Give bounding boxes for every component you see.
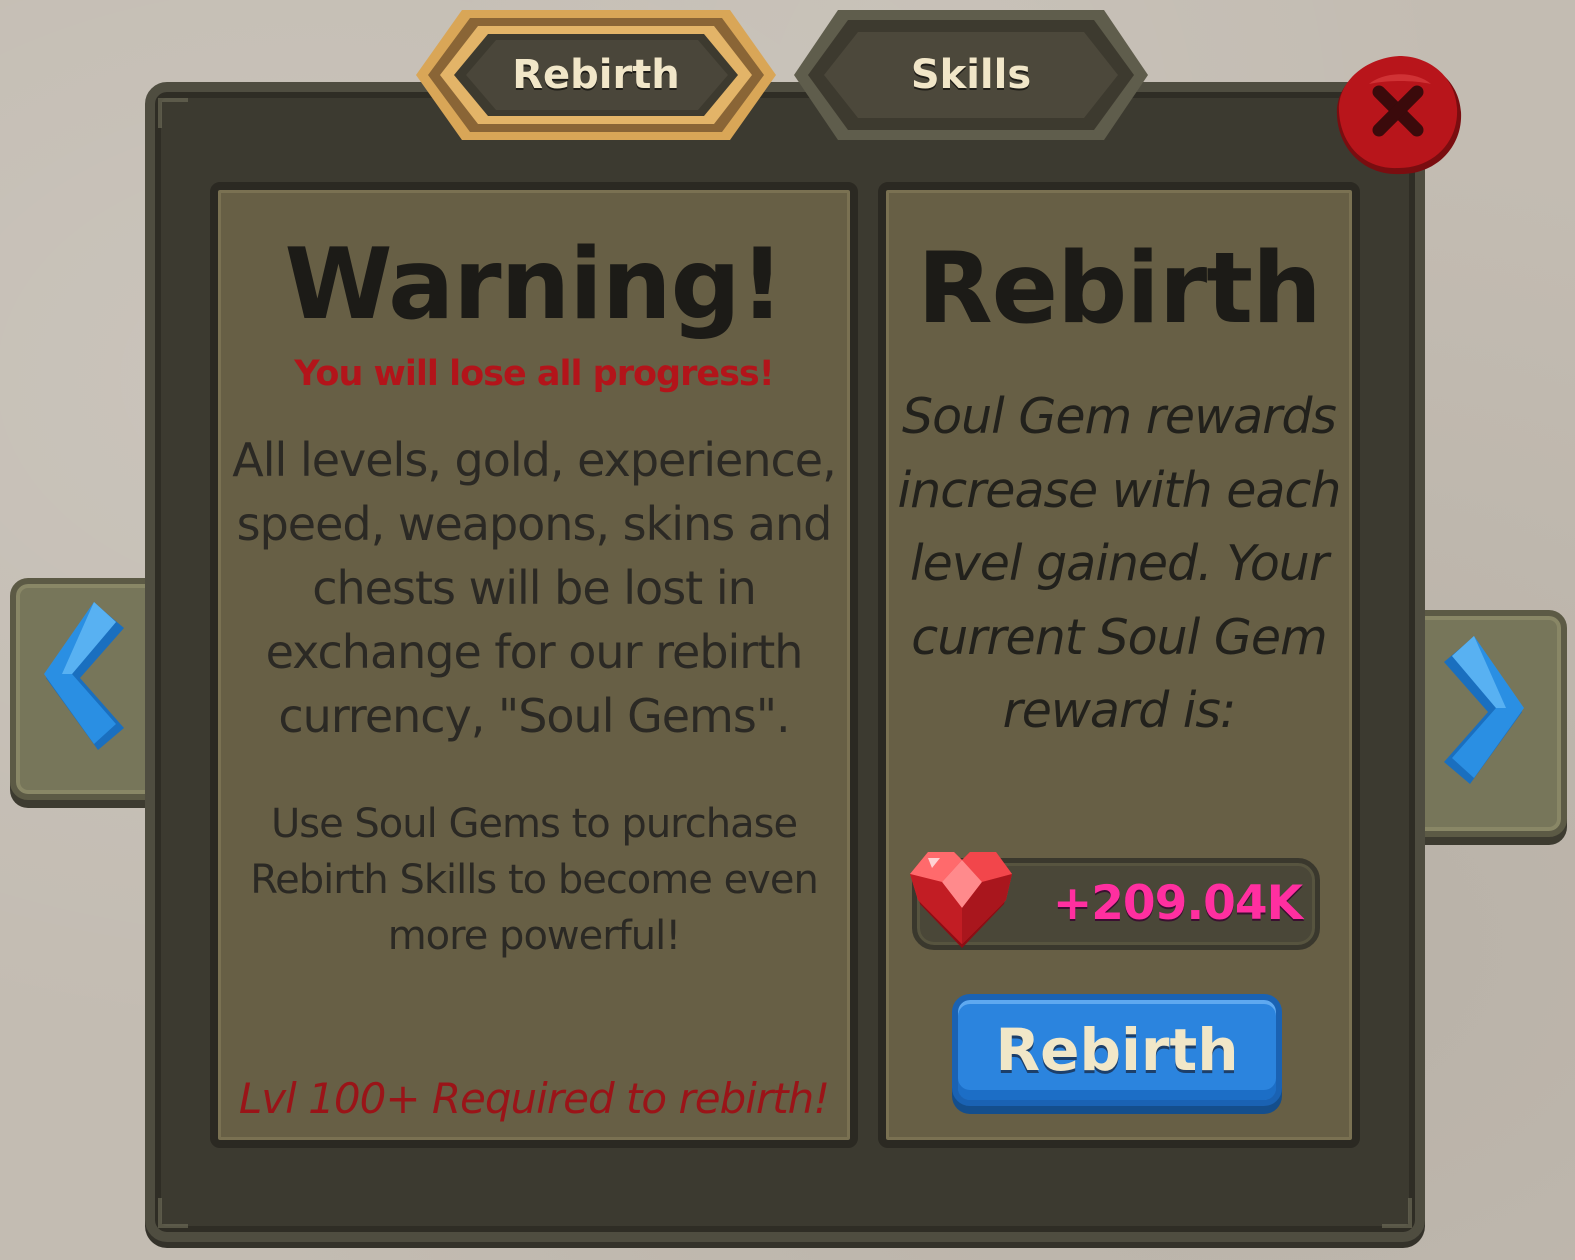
rebirth-button[interactable]: Rebirth [952,994,1282,1106]
close-x-icon [1336,56,1462,175]
level-requirement-text: Lvl 100+ Required to rebirth! [238,1074,830,1123]
frame-corner-decoration [158,1198,188,1228]
warning-title: Warning! [284,228,784,342]
warning-body-text-2: Use Soul Gems to purchase Rebirth Skills… [250,801,819,959]
chevron-right-icon[interactable] [1432,632,1532,792]
chevron-left-icon[interactable] [36,598,136,758]
tab-rebirth-label: Rebirth [512,52,680,98]
rebirth-description: Soul Gem rewards increase with each leve… [897,388,1342,739]
close-button[interactable] [1333,54,1465,178]
tab-rebirth[interactable]: Rebirth [412,6,780,144]
rebirth-title: Rebirth [917,232,1322,346]
tab-skills-label: Skills [910,52,1032,98]
heart-gem-icon [910,852,1012,948]
soul-gem-reward-value: +209.04K [1052,876,1303,931]
tab-skills[interactable]: Skills [790,6,1152,144]
frame-corner-decoration [158,98,188,128]
warning-body-text: All levels, gold, experience, speed, wea… [232,433,836,743]
warning-subtitle: You will lose all progress! [294,354,774,394]
frame-corner-decoration [1382,1198,1412,1228]
